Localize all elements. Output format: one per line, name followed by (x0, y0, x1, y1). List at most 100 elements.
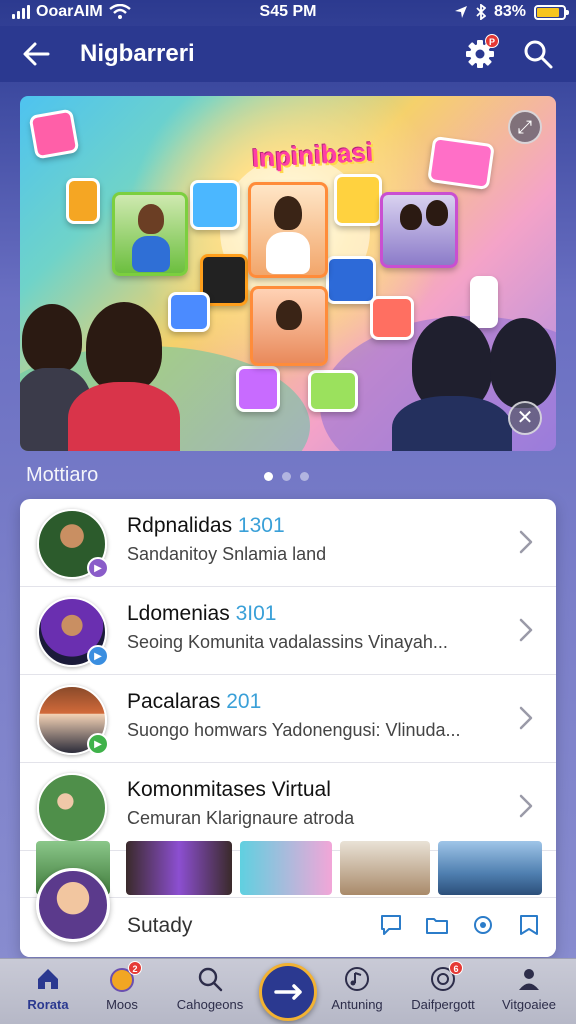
folder-icon[interactable] (424, 912, 450, 938)
list-item-avatar-wrap (37, 773, 107, 843)
foreground-person (86, 302, 162, 392)
close-icon: ✕ (516, 407, 534, 429)
list-item-count: 1301 (237, 514, 285, 537)
compose-bar: Sutady (20, 868, 556, 957)
photo-person (426, 200, 448, 226)
list-item[interactable]: ▶ Ldomenias 3I01 Seoing Komunita vadalassi… (20, 587, 556, 675)
app-tile (190, 180, 240, 230)
status-bar: OoarAIM S45 PM 83% (0, 0, 576, 26)
nav-label: Moos (106, 997, 138, 1012)
nav-item[interactable]: 2 Moos (77, 961, 167, 1012)
carousel-dot[interactable] (264, 472, 273, 481)
list-item-avatar-wrap: ▶ (37, 597, 109, 667)
banner-title: Inpinibasi (251, 136, 375, 174)
photo-person (400, 204, 422, 230)
user-avatar[interactable] (36, 868, 110, 942)
list-item-subtitle: Seoing Komunita vadalassins Vinayah... (127, 632, 448, 652)
list-item-title: Pacalaras 201 (127, 690, 261, 714)
featured-banner[interactable]: Inpinibasi ⤢ ✕ (20, 96, 556, 451)
center-action-button[interactable] (259, 963, 317, 1021)
app-tile (28, 108, 80, 160)
media-thumbnail[interactable] (126, 841, 232, 895)
battery-percent: 83% (493, 3, 526, 20)
app-tile (370, 296, 414, 340)
settings-button[interactable]: P (462, 34, 499, 72)
chevron-right-icon (519, 706, 533, 730)
list-item[interactable]: Komonmitases Virtual Cemuran Klarignaure… (20, 763, 556, 851)
bottom-navigation: Rorata 2 Moos Cahogeons Antuning 6 Daifpergott… (0, 958, 576, 1024)
home-icon (34, 965, 62, 993)
settings-badge: P (485, 34, 499, 48)
search-icon[interactable] (522, 38, 554, 70)
photo-person (276, 300, 302, 330)
media-thumbnail[interactable] (438, 841, 542, 895)
page-title: Nigbarreri (80, 40, 195, 67)
list-item-count: 201 (226, 690, 262, 713)
list-item[interactable]: ▶ Pacalaras 201 Suongo homwars Yadonengusi… (20, 675, 556, 763)
location-icon (454, 6, 467, 18)
bookmark-icon[interactable] (516, 912, 542, 938)
carousel-dot[interactable] (282, 472, 291, 481)
list-item-title: Komonmitases Virtual (127, 778, 331, 802)
list-item-subtitle: Sandanitoy Snlamia land (127, 544, 327, 564)
chevron-right-icon (519, 794, 533, 818)
list-item[interactable]: ▶ Rdpnalidas 1301 Sandanitoy Snlamia land (20, 499, 556, 587)
back-arrow-icon[interactable] (20, 38, 52, 70)
list-item-title: Rdpnalidas 1301 (127, 514, 285, 538)
foreground-person (490, 318, 556, 408)
app-tile (470, 276, 498, 328)
list-item-subtitle: Suongo homwars Yadonengusi: Vlinuda... (127, 720, 461, 740)
list-item-count: 3I01 (235, 602, 277, 625)
app-tile (334, 174, 382, 226)
photo-frame (380, 192, 458, 268)
photo-person (132, 236, 170, 272)
photo-person (266, 232, 310, 274)
list-item-title: Ldomenias 3I01 (127, 602, 276, 626)
list-item-name: Pacalaras (127, 690, 221, 713)
media-thumbnail[interactable] (240, 841, 332, 895)
nav-item[interactable]: Antuning (312, 965, 402, 1012)
carousel-dots[interactable] (264, 472, 309, 481)
nav-item[interactable]: Cahogeons (165, 965, 255, 1012)
collapse-button[interactable]: ⤢ (508, 110, 542, 144)
status-right: 83% (454, 3, 569, 21)
app-tile (236, 366, 280, 412)
photo-person (138, 204, 164, 234)
list-item-avatar-wrap: ▶ (37, 509, 109, 579)
media-thumbnail[interactable] (340, 841, 430, 895)
foreground-person (68, 382, 180, 451)
nav-badge: 2 (128, 961, 142, 975)
nav-item[interactable]: Vitgoaiee (484, 965, 574, 1012)
app-tile (66, 178, 100, 224)
search-icon (196, 965, 224, 993)
list-item-name: Ldomenias (127, 602, 230, 625)
moon-icon: 2 (108, 961, 142, 993)
chevron-right-icon (519, 618, 533, 642)
foreground-person (22, 304, 82, 374)
nav-label: Rorata (27, 997, 69, 1012)
list-item-name: Rdpnalidas (127, 514, 233, 537)
compose-input[interactable]: Sutady (127, 914, 192, 938)
collapse-icon: ⤢ (517, 117, 533, 137)
sync-icon[interactable] (470, 912, 496, 938)
nav-badge: 6 (449, 961, 463, 975)
nav-item[interactable]: 6 Daifpergott (398, 961, 488, 1012)
section-label: Mottiaro (26, 464, 99, 486)
music-icon (343, 965, 371, 993)
chevron-right-icon (519, 530, 533, 554)
list-item-subtitle: Cemuran Klarignaure atroda (127, 808, 355, 828)
compose-actions (378, 912, 542, 938)
globe-icon: 6 (429, 961, 463, 993)
carousel-dot[interactable] (300, 472, 309, 481)
app-header: Nigbarreri P (0, 26, 576, 82)
profile-icon (515, 965, 543, 993)
play-badge-icon: ▶ (87, 645, 109, 667)
arrow-right-icon (274, 984, 302, 1000)
nav-label: Cahogeons (176, 997, 244, 1012)
app-tile (308, 370, 358, 412)
nav-label: Antuning (331, 997, 383, 1012)
nav-label: Daifpergott (411, 997, 475, 1012)
chat-icon[interactable] (378, 912, 404, 938)
close-banner-button[interactable]: ✕ (508, 401, 542, 435)
battery-fill (537, 7, 559, 17)
